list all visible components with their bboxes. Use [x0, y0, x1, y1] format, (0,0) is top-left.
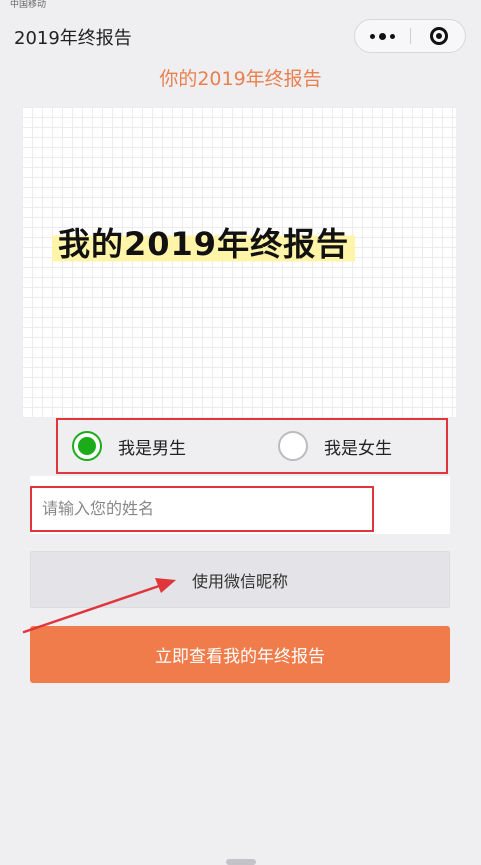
- radio-unchecked-icon[interactable]: [278, 431, 308, 461]
- gender-label-female: 我是女生: [324, 438, 392, 459]
- gender-option-female[interactable]: 我是女生: [278, 430, 392, 462]
- radio-checked-icon[interactable]: [72, 431, 102, 461]
- banner-title: 我的2019年终报告: [52, 223, 356, 265]
- nav-title: 2019年终报告: [14, 28, 132, 49]
- home-indicator: [226, 859, 256, 865]
- gender-selector: 我是男生 我是女生: [56, 418, 448, 474]
- close-ring-icon[interactable]: [411, 20, 466, 52]
- carrier-label: 中国移动: [10, 0, 47, 10]
- gender-label-male: 我是男生: [118, 438, 186, 459]
- more-dots-icon[interactable]: [355, 20, 410, 52]
- name-field-row: [30, 476, 450, 534]
- nav-bar: 2019年终报告: [0, 12, 481, 60]
- name-input[interactable]: [40, 490, 364, 526]
- report-banner: 我的2019年终报告: [22, 107, 456, 418]
- status-bar: 中国移动: [0, 0, 481, 12]
- page-heading: 你的2019年终报告: [159, 68, 322, 90]
- gender-option-male[interactable]: 我是男生: [72, 430, 186, 462]
- view-report-button[interactable]: 立即查看我的年终报告: [30, 626, 450, 683]
- mini-program-capsule: [354, 19, 466, 53]
- use-wechat-nickname-button[interactable]: 使用微信昵称: [30, 551, 450, 608]
